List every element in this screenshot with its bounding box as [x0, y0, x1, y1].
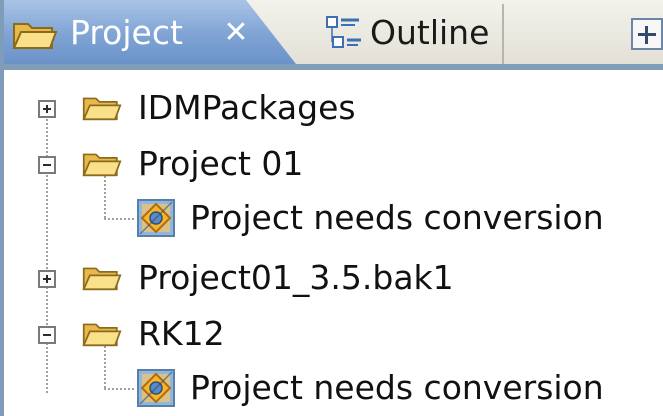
- tree-item-label: Project 01: [138, 144, 304, 183]
- tree-item-label: IDMPackages: [138, 88, 356, 127]
- tree-item-label: Project needs conversion: [190, 368, 604, 407]
- folder-icon: [82, 153, 122, 177]
- tree-item-project01-bak[interactable]: Project01_3.5.bak1: [4, 256, 663, 300]
- project-tree: IDMPackages Project 01 Project needs con…: [4, 70, 663, 416]
- tree-item-needs-conversion[interactable]: Project needs conversion: [4, 366, 663, 410]
- tree-item-label: Project needs conversion: [190, 198, 604, 237]
- tab-project-label[interactable]: Project: [70, 11, 183, 55]
- expand-icon[interactable]: [38, 100, 56, 118]
- folder-icon: [12, 23, 58, 49]
- folder-icon: [82, 267, 122, 291]
- outline-icon: [326, 16, 361, 48]
- folder-icon: [82, 97, 122, 121]
- project-explorer-view: Project ✕ Outline IDMPackages Project 01…: [0, 0, 663, 416]
- close-icon[interactable]: ✕: [218, 15, 254, 51]
- tree-item-needs-conversion[interactable]: Project needs conversion: [4, 196, 663, 240]
- warning-icon: [137, 199, 175, 237]
- collapse-icon[interactable]: [38, 326, 56, 344]
- expand-icon[interactable]: [38, 270, 56, 288]
- tree-item-project-01[interactable]: Project 01: [4, 142, 663, 186]
- tree-item-rk12[interactable]: RK12: [4, 312, 663, 356]
- tree-item-label: Project01_3.5.bak1: [138, 258, 454, 297]
- tree-item-idmpackages[interactable]: IDMPackages: [4, 86, 663, 130]
- folder-icon: [82, 323, 122, 347]
- tab-outline-label[interactable]: Outline: [370, 11, 489, 55]
- tree-item-label: RK12: [138, 314, 225, 353]
- warning-icon: [137, 369, 175, 407]
- view-tab-strip: Project ✕ Outline: [4, 0, 663, 70]
- collapse-icon[interactable]: [38, 156, 56, 174]
- expand-all-icon[interactable]: [631, 18, 663, 50]
